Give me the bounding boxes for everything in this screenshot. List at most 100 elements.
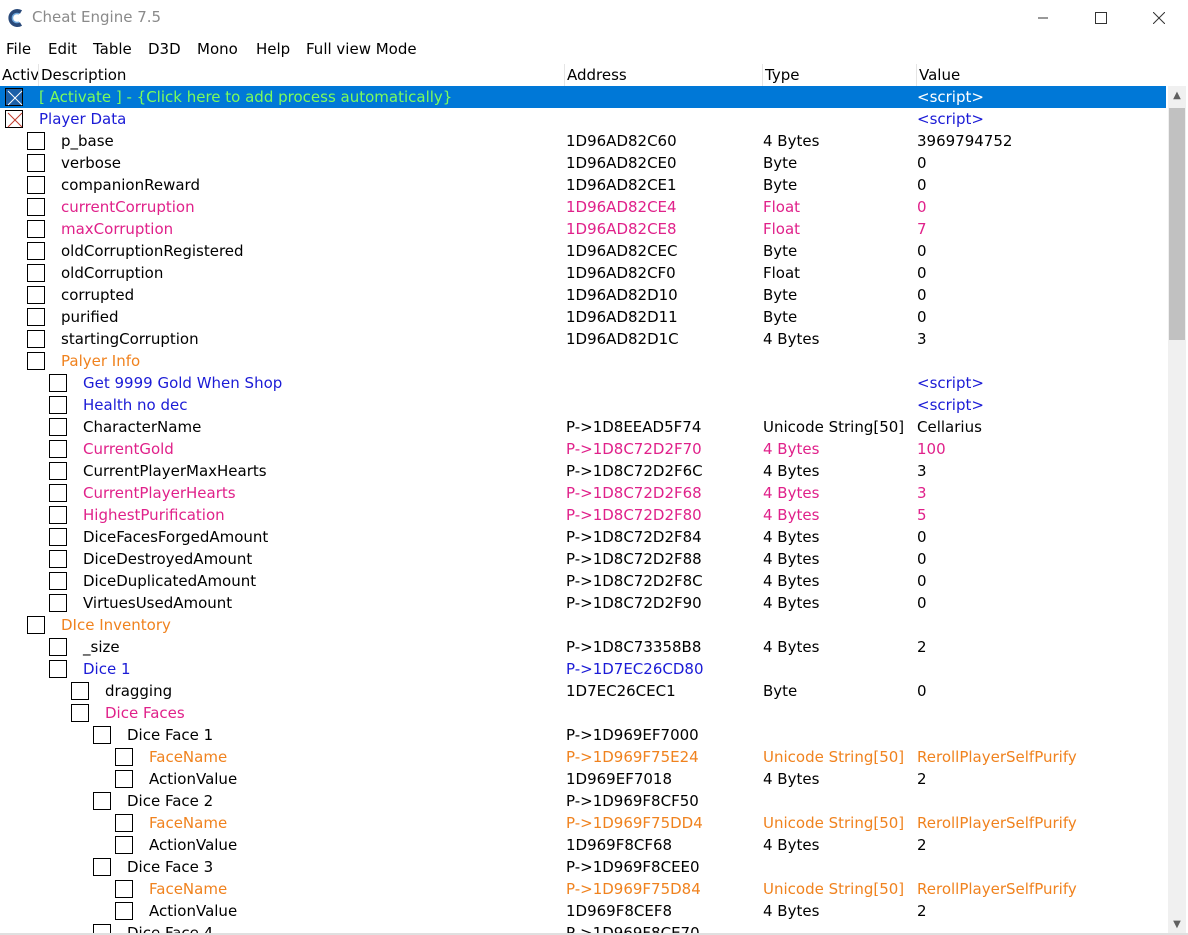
row-value[interactable]: 0 <box>917 152 927 174</box>
table-row[interactable]: maxCorruption 1D96AD82CE8 Float 7 <box>0 218 1166 240</box>
active-checkbox[interactable] <box>27 242 45 260</box>
table-row[interactable]: p_base 1D96AD82C60 4 Bytes 3969794752 <box>0 130 1166 152</box>
close-button[interactable] <box>1130 0 1188 36</box>
table-row[interactable]: startingCorruption 1D96AD82D1C 4 Bytes 3 <box>0 328 1166 350</box>
active-checkbox[interactable] <box>93 858 111 876</box>
table-row[interactable]: Get 9999 Gold When Shop <script> <box>0 372 1166 394</box>
active-checkbox[interactable] <box>115 836 133 854</box>
active-checkbox[interactable] <box>5 110 23 128</box>
active-checkbox[interactable] <box>27 198 45 216</box>
table-row[interactable]: Palyer Info <box>0 350 1166 372</box>
row-value[interactable]: 0 <box>917 174 927 196</box>
column-address[interactable]: Address <box>564 64 762 86</box>
active-checkbox[interactable] <box>27 616 45 634</box>
row-value[interactable]: Cellarius <box>917 416 982 438</box>
active-checkbox[interactable] <box>27 176 45 194</box>
maximize-button[interactable] <box>1072 0 1130 36</box>
row-value[interactable]: 2 <box>917 636 927 658</box>
row-value[interactable]: 0 <box>917 592 927 614</box>
active-checkbox[interactable] <box>27 352 45 370</box>
table-row[interactable]: _size P->1D8C73358B8 4 Bytes 2 <box>0 636 1166 658</box>
table-row[interactable]: Dice Face 2 P->1D969F8CF50 <box>0 790 1166 812</box>
table-row[interactable]: CharacterName P->1D8EEAD5F74 Unicode Strin… <box>0 416 1166 438</box>
table-row[interactable]: ActionValue 1D969F8CEF8 4 Bytes 2 <box>0 900 1166 922</box>
active-checkbox[interactable] <box>27 154 45 172</box>
active-checkbox[interactable] <box>27 308 45 326</box>
table-row[interactable]: CurrentGold P->1D8C72D2F70 4 Bytes 100 <box>0 438 1166 460</box>
active-checkbox[interactable] <box>27 286 45 304</box>
menu-mono[interactable]: Mono <box>197 40 238 58</box>
table-row[interactable]: corrupted 1D96AD82D10 Byte 0 <box>0 284 1166 306</box>
column-description[interactable]: Description <box>38 64 564 86</box>
table-row[interactable]: DIce Inventory <box>0 614 1166 636</box>
row-value[interactable]: 0 <box>917 262 927 284</box>
active-checkbox[interactable] <box>49 550 67 568</box>
table-row[interactable]: [ Activate ] - {Click here to add proces… <box>0 86 1166 108</box>
table-row[interactable]: Dice 1 P->1D7EC26CD80 <box>0 658 1166 680</box>
row-value[interactable]: 7 <box>917 218 927 240</box>
active-checkbox[interactable] <box>115 880 133 898</box>
active-checkbox[interactable] <box>49 506 67 524</box>
active-checkbox[interactable] <box>49 528 67 546</box>
active-checkbox[interactable] <box>49 440 67 458</box>
table-row[interactable]: DiceDuplicatedAmount P->1D8C72D2F8C 4 Byte… <box>0 570 1166 592</box>
table-row[interactable]: companionReward 1D96AD82CE1 Byte 0 <box>0 174 1166 196</box>
row-value[interactable]: 100 <box>917 438 946 460</box>
row-value[interactable]: RerollPlayerSelfPurify <box>917 746 1077 768</box>
active-checkbox[interactable] <box>27 330 45 348</box>
menu-file[interactable]: File <box>6 40 31 58</box>
table-row[interactable]: ActionValue 1D969EF7018 4 Bytes 2 <box>0 768 1166 790</box>
row-value[interactable]: 3 <box>917 328 927 350</box>
row-value[interactable]: 3 <box>917 460 927 482</box>
minimize-button[interactable] <box>1014 0 1072 36</box>
active-checkbox[interactable] <box>49 572 67 590</box>
table-row[interactable]: Dice Face 4 P->1D969F8CE70 <box>0 922 1166 933</box>
active-checkbox[interactable] <box>49 462 67 480</box>
row-value[interactable]: 0 <box>917 284 927 306</box>
table-row[interactable]: CurrentPlayerMaxHearts P->1D8C72D2F6C 4 By… <box>0 460 1166 482</box>
row-value[interactable]: 0 <box>917 680 927 702</box>
table-row[interactable]: currentCorruption 1D96AD82CE4 Float 0 <box>0 196 1166 218</box>
table-row[interactable]: Dice Faces <box>0 702 1166 724</box>
table-row[interactable]: Health no dec <script> <box>0 394 1166 416</box>
active-checkbox[interactable] <box>49 638 67 656</box>
active-checkbox[interactable] <box>115 814 133 832</box>
column-type[interactable]: Type <box>762 64 916 86</box>
table-row[interactable]: verbose 1D96AD82CE0 Byte 0 <box>0 152 1166 174</box>
table-row[interactable]: Dice Face 1 P->1D969EF7000 <box>0 724 1166 746</box>
table-row[interactable]: FaceName P->1D969F75E24 Unicode String[50]… <box>0 746 1166 768</box>
table-row[interactable]: purified 1D96AD82D11 Byte 0 <box>0 306 1166 328</box>
row-value[interactable]: <script> <box>917 394 984 416</box>
active-checkbox[interactable] <box>49 660 67 678</box>
table-row[interactable]: DiceDestroyedAmount P->1D8C72D2F88 4 Bytes… <box>0 548 1166 570</box>
row-value[interactable]: 0 <box>917 196 927 218</box>
row-value[interactable]: 0 <box>917 240 927 262</box>
table-row[interactable]: ActionValue 1D969F8CF68 4 Bytes 2 <box>0 834 1166 856</box>
table-row[interactable]: Player Data <script> <box>0 108 1166 130</box>
row-value[interactable]: 3 <box>917 482 927 504</box>
table-row[interactable]: HighestPurification P->1D8C72D2F80 4 Bytes… <box>0 504 1166 526</box>
active-checkbox[interactable] <box>93 792 111 810</box>
row-value[interactable]: 2 <box>917 768 927 790</box>
menu-edit[interactable]: Edit <box>48 40 77 58</box>
row-value[interactable]: 5 <box>917 504 927 526</box>
row-value[interactable]: <script> <box>917 86 984 108</box>
active-checkbox[interactable] <box>71 682 89 700</box>
row-value[interactable]: 2 <box>917 900 927 922</box>
row-value[interactable]: <script> <box>917 108 984 130</box>
active-checkbox[interactable] <box>27 264 45 282</box>
column-value[interactable]: Value <box>916 64 1166 86</box>
active-checkbox[interactable] <box>93 924 111 933</box>
table-row[interactable]: oldCorruptionRegistered 1D96AD82CEC Byte 0 <box>0 240 1166 262</box>
active-checkbox[interactable] <box>27 132 45 150</box>
row-value[interactable]: 3969794752 <box>917 130 1012 152</box>
table-row[interactable]: oldCorruption 1D96AD82CF0 Float 0 <box>0 262 1166 284</box>
table-row[interactable]: Dice Face 3 P->1D969F8CEE0 <box>0 856 1166 878</box>
active-checkbox[interactable] <box>93 726 111 744</box>
active-checkbox[interactable] <box>27 220 45 238</box>
table-row[interactable]: VirtuesUsedAmount P->1D8C72D2F90 4 Bytes 0 <box>0 592 1166 614</box>
menu-d3d[interactable]: D3D <box>148 40 181 58</box>
table-row[interactable]: FaceName P->1D969F75DD4 Unicode String[50]… <box>0 812 1166 834</box>
scroll-down-icon[interactable]: ▼ <box>1168 915 1186 933</box>
row-value[interactable]: 0 <box>917 548 927 570</box>
